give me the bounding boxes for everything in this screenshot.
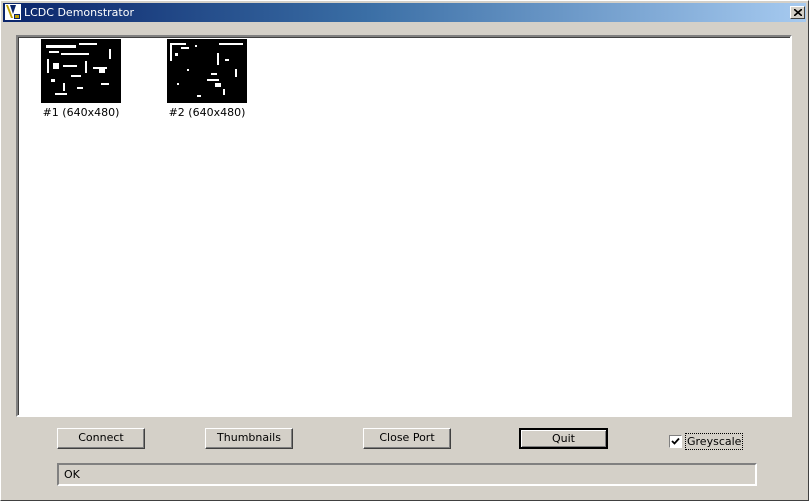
connect-button[interactable]: Connect <box>57 428 145 449</box>
app-window: LCDC Demonstrator #1 (640x480) #2 (640x4… <box>0 0 809 501</box>
status-text: OK <box>64 468 80 481</box>
thumbnail-image[interactable] <box>167 39 247 103</box>
greyscale-checkbox-box[interactable] <box>669 435 682 448</box>
close-port-button[interactable]: Close Port <box>363 428 451 449</box>
thumbnail-pane[interactable]: #1 (640x480) #2 (640x480) <box>16 35 792 417</box>
thumbnail-item[interactable]: #2 (640x480) <box>162 39 252 119</box>
thumbnail-image[interactable] <box>41 39 121 103</box>
thumbnails-button[interactable]: Thumbnails <box>205 428 293 449</box>
status-field: OK <box>57 463 757 486</box>
thumbnail-label: #2 (640x480) <box>168 106 246 119</box>
checkmark-icon <box>671 437 680 445</box>
close-button[interactable] <box>790 6 805 19</box>
title-bar[interactable]: LCDC Demonstrator <box>3 3 806 22</box>
greyscale-label[interactable]: Greyscale <box>684 433 744 450</box>
lcdc-app-icon[interactable] <box>5 4 21 20</box>
thumbnail-item[interactable]: #1 (640x480) <box>36 39 126 119</box>
quit-button[interactable]: Quit <box>519 428 608 449</box>
window-title: LCDC Demonstrator <box>24 6 134 19</box>
close-icon <box>794 9 802 16</box>
thumbnail-label: #1 (640x480) <box>42 106 120 119</box>
